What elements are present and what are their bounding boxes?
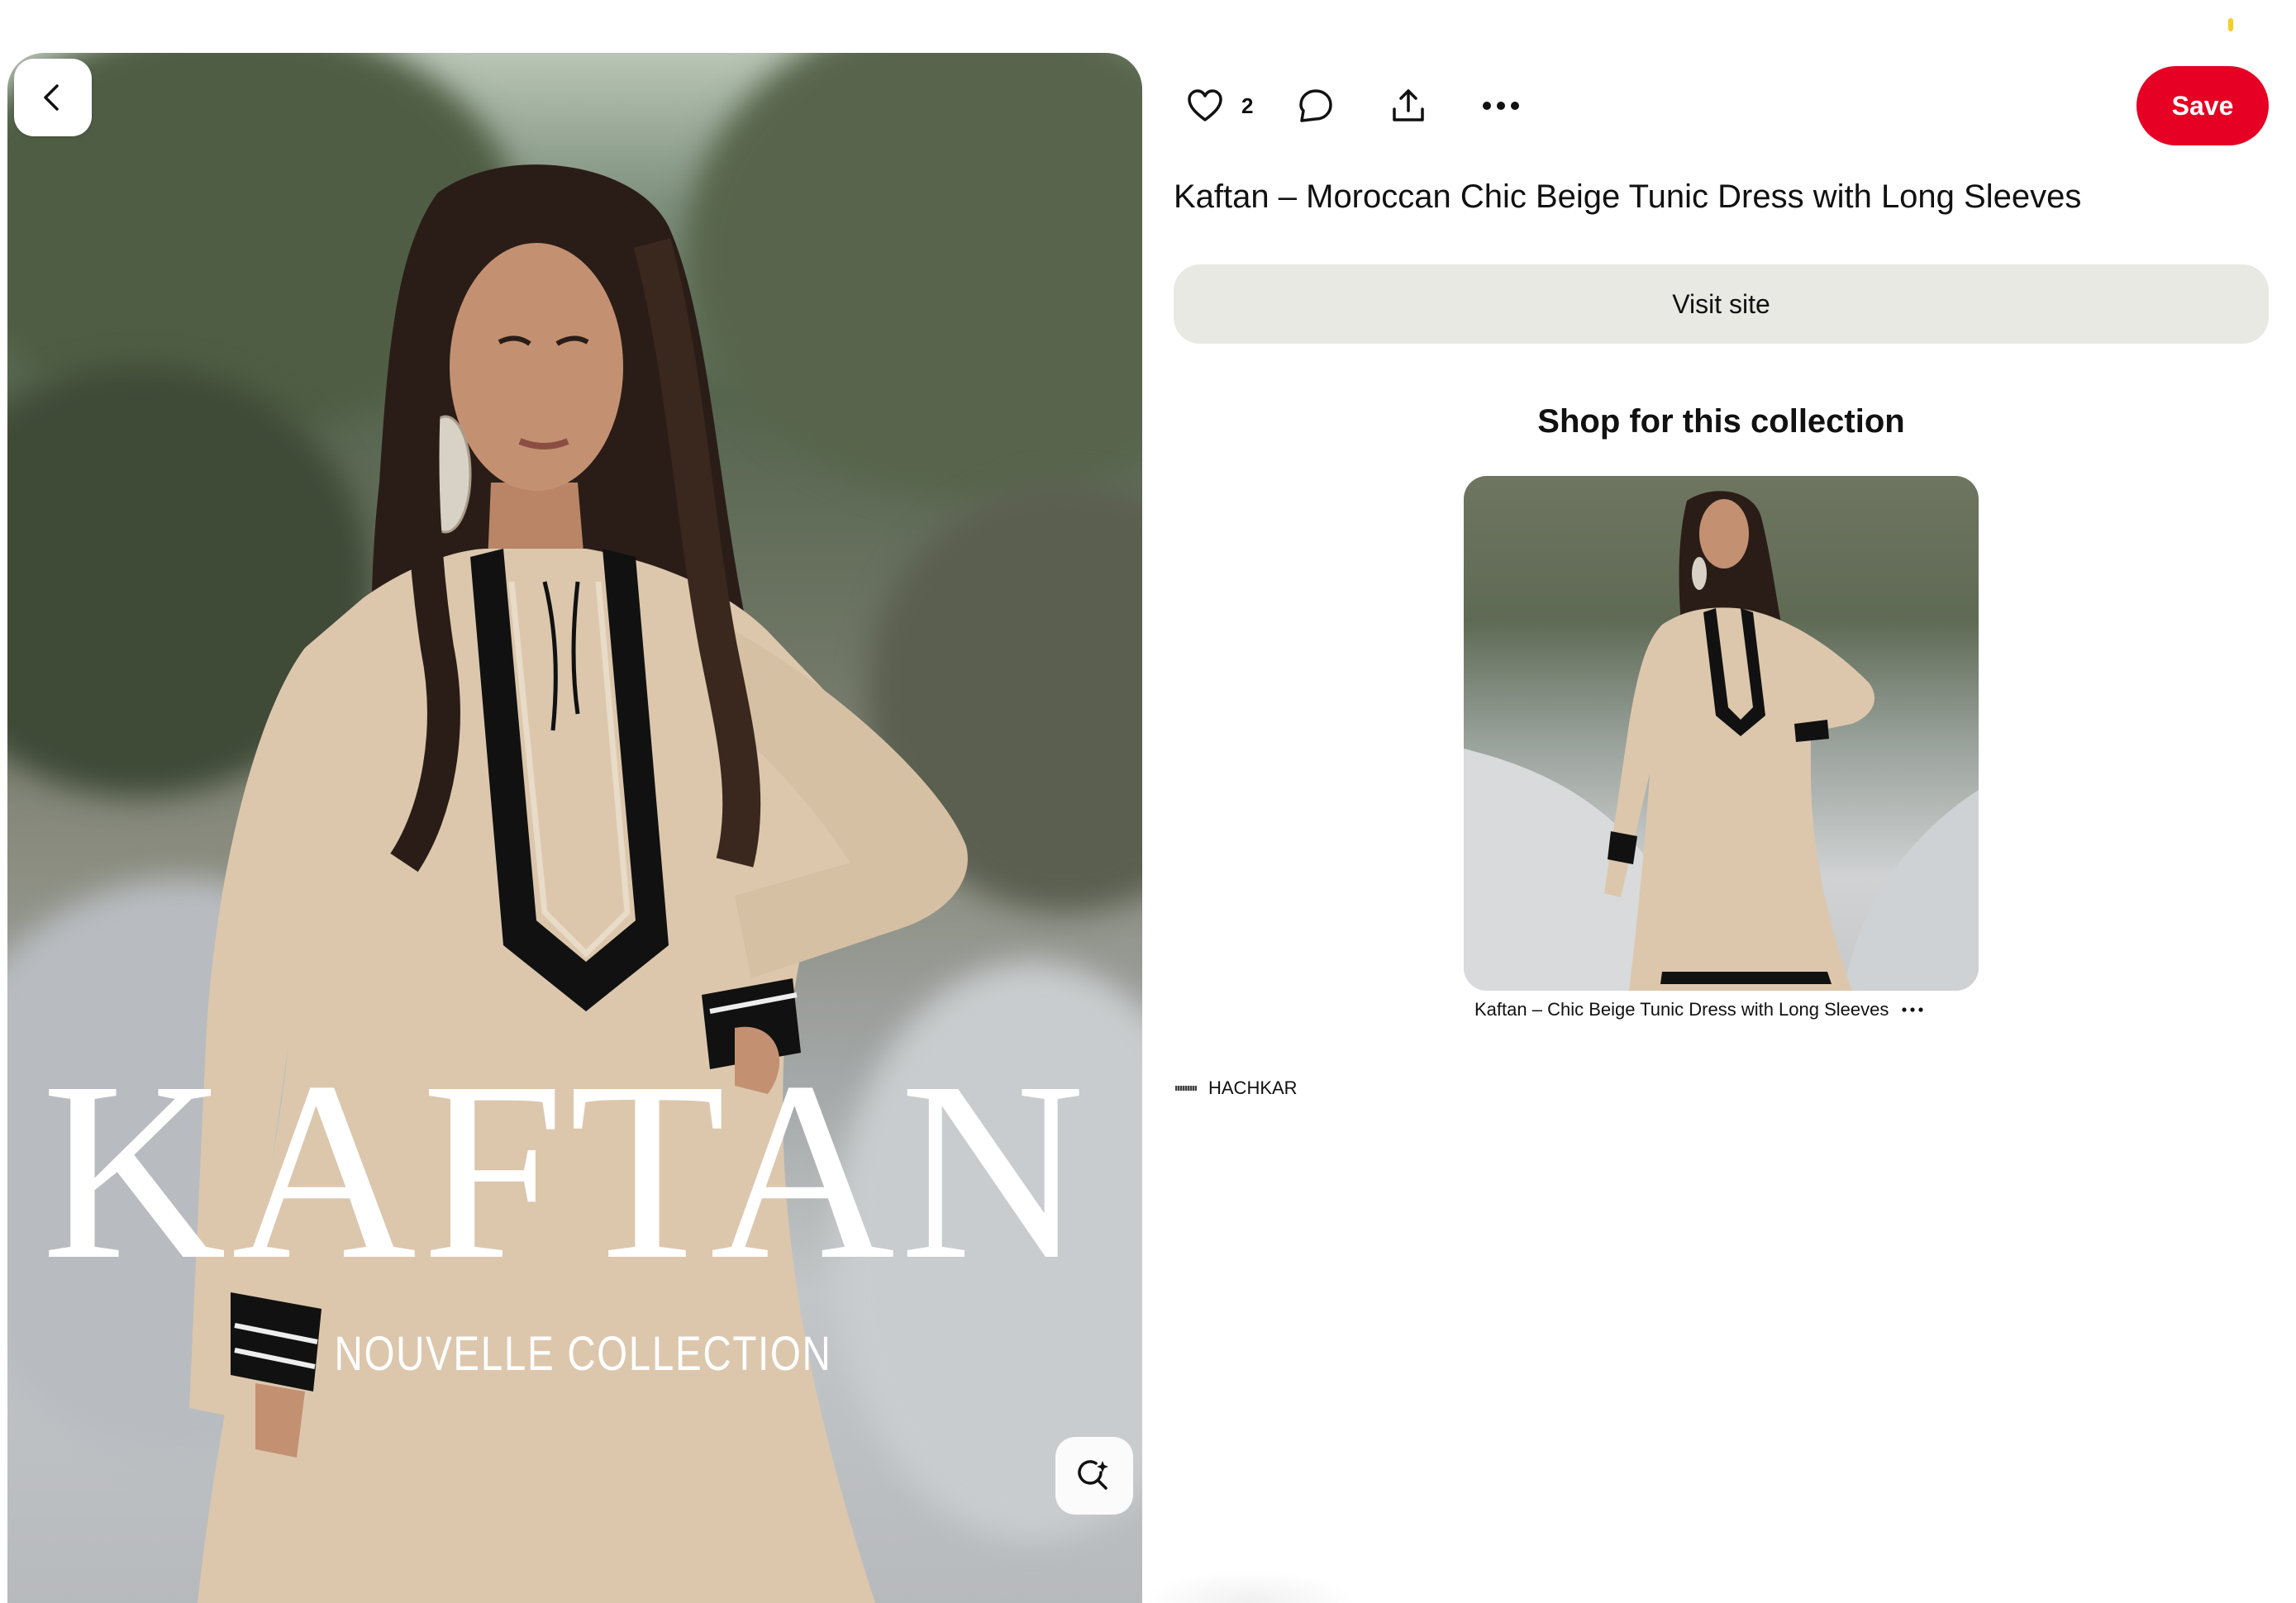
product-card-image[interactable] (1464, 476, 1979, 991)
like-button[interactable] (1172, 73, 1238, 139)
source-logo (1175, 1086, 1197, 1091)
heart-icon (1188, 89, 1222, 121)
more-icon (1483, 102, 1520, 110)
overlay-subtitle: NOUVELLE COLLECTION (334, 1327, 832, 1381)
visit-site-button[interactable]: Visit site (1174, 264, 2269, 344)
source-name: HACHKAR (1208, 1077, 1298, 1098)
comment-icon (1299, 89, 1333, 122)
product-thumbnail (1464, 491, 1979, 991)
pin-image[interactable]: KAFTAN NOUVELLE COLLECTION (7, 53, 1142, 1603)
visual-search-icon (1078, 1460, 1108, 1490)
back-button[interactable] (14, 59, 92, 136)
visual-search-button[interactable] (1055, 1437, 1133, 1515)
status-dot (2228, 18, 2233, 31)
pin-action-bar: 2 (1172, 73, 1534, 139)
share-icon (1393, 89, 1425, 121)
share-button[interactable] (1375, 73, 1441, 139)
like-count: 2 (1241, 93, 1254, 118)
more-options-button[interactable] (1468, 73, 1534, 139)
more-icon (1902, 1007, 1923, 1012)
product-title: Kaftan – Chic Beige Tunic Dress with Lon… (1474, 999, 1889, 1020)
save-button[interactable]: Save (2136, 66, 2269, 145)
shop-section-heading: Shop for this collection (1537, 403, 1905, 440)
scroll-shadow (1142, 1570, 1357, 1603)
overlay-title: KAFTAN (41, 1030, 1090, 1313)
pin-title: Kaftan – Moroccan Chic Beige Tunic Dress… (1174, 178, 2082, 215)
product-more-button[interactable] (1902, 1007, 1923, 1012)
source-link[interactable]: HACHKAR (1175, 1077, 1298, 1099)
product-caption[interactable]: Kaftan – Chic Beige Tunic Dress with Lon… (1474, 999, 1923, 1020)
comment-button[interactable] (1283, 73, 1349, 139)
chevron-left-icon (44, 84, 59, 111)
